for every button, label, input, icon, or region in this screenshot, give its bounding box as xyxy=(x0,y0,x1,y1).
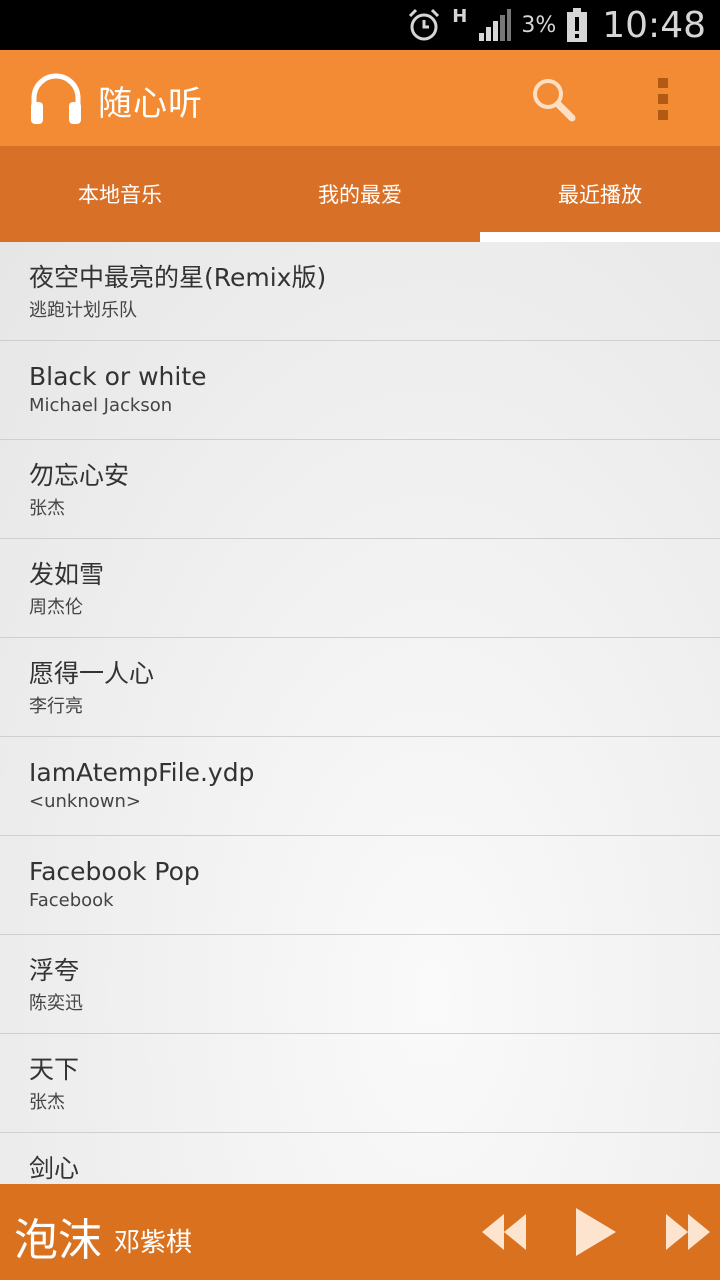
battery-icon xyxy=(566,8,588,42)
network-type-label: H xyxy=(452,5,468,27)
song-artist: Michael Jackson xyxy=(29,395,173,416)
song-title: 愿得一人心 xyxy=(29,659,155,688)
tab-bar: 本地音乐 我的最爱 最近播放 xyxy=(0,146,720,242)
tab-favorites[interactable]: 我的最爱 xyxy=(240,146,480,242)
song-title: Black or white xyxy=(29,362,207,391)
tab-local-music[interactable]: 本地音乐 xyxy=(0,146,240,242)
song-title: 夜空中最亮的星(Remix版) xyxy=(29,263,327,292)
song-title: 剑心 xyxy=(29,1154,80,1183)
list-item[interactable]: IamAtempFile.ydp <unknown> xyxy=(0,737,720,836)
rewind-icon[interactable] xyxy=(480,1210,528,1258)
list-item[interactable]: Facebook Pop Facebook xyxy=(0,836,720,935)
song-artist: 陈奕迅 xyxy=(29,993,83,1014)
song-artist: 张杰 xyxy=(29,1092,65,1113)
list-item[interactable]: 勿忘心安 张杰 xyxy=(0,440,720,539)
list-item[interactable]: 浮夸 陈奕迅 xyxy=(0,935,720,1034)
song-title: 天下 xyxy=(29,1055,80,1084)
list-item[interactable]: 天下 张杰 xyxy=(0,1034,720,1133)
song-artist: Facebook xyxy=(29,890,114,911)
list-item[interactable]: Black or white Michael Jackson xyxy=(0,341,720,440)
tab-label: 最近播放 xyxy=(558,183,642,207)
song-artist: <unknown> xyxy=(29,791,141,812)
app-bar: 随心听 xyxy=(0,50,720,146)
tab-label: 本地音乐 xyxy=(78,183,162,207)
status-bar: H 3% 10:48 xyxy=(0,0,720,50)
song-list[interactable]: 夜空中最亮的星(Remix版) 逃跑计划乐队 Black or white Mi… xyxy=(0,242,720,1184)
now-playing-title: 泡沫 xyxy=(14,1215,102,1266)
list-item[interactable]: 夜空中最亮的星(Remix版) 逃跑计划乐队 xyxy=(0,242,720,341)
song-artist: 李行亮 xyxy=(29,696,83,717)
song-artist: 逃跑计划乐队 xyxy=(29,300,137,321)
song-artist: 张杰 xyxy=(29,498,65,519)
song-title: 浮夸 xyxy=(29,956,80,985)
play-icon[interactable] xyxy=(574,1206,618,1262)
signal-icon xyxy=(477,9,512,41)
list-item[interactable]: 发如雪 周杰伦 xyxy=(0,539,720,638)
now-playing-artist: 邓紫棋 xyxy=(114,1228,193,1258)
song-title: IamAtempFile.ydp xyxy=(29,758,255,787)
tab-label: 我的最爱 xyxy=(318,183,402,207)
fast-forward-icon[interactable] xyxy=(664,1210,712,1258)
overflow-menu-icon[interactable] xyxy=(648,74,678,124)
list-item[interactable]: 愿得一人心 李行亮 xyxy=(0,638,720,737)
song-title: 发如雪 xyxy=(29,560,105,589)
search-icon[interactable] xyxy=(526,72,580,126)
headphones-icon xyxy=(28,70,84,130)
app-title: 随心听 xyxy=(98,84,203,124)
alarm-icon xyxy=(406,7,442,43)
clock: 10:48 xyxy=(602,4,706,46)
song-artist: 周杰伦 xyxy=(29,597,83,618)
battery-percent: 3% xyxy=(521,12,557,38)
list-item[interactable]: 剑心 xyxy=(0,1133,720,1184)
now-playing-bar[interactable]: 泡沫 邓紫棋 xyxy=(0,1184,720,1280)
tab-recently-played[interactable]: 最近播放 xyxy=(480,146,720,242)
song-title: Facebook Pop xyxy=(29,857,200,886)
song-title: 勿忘心安 xyxy=(29,461,130,490)
